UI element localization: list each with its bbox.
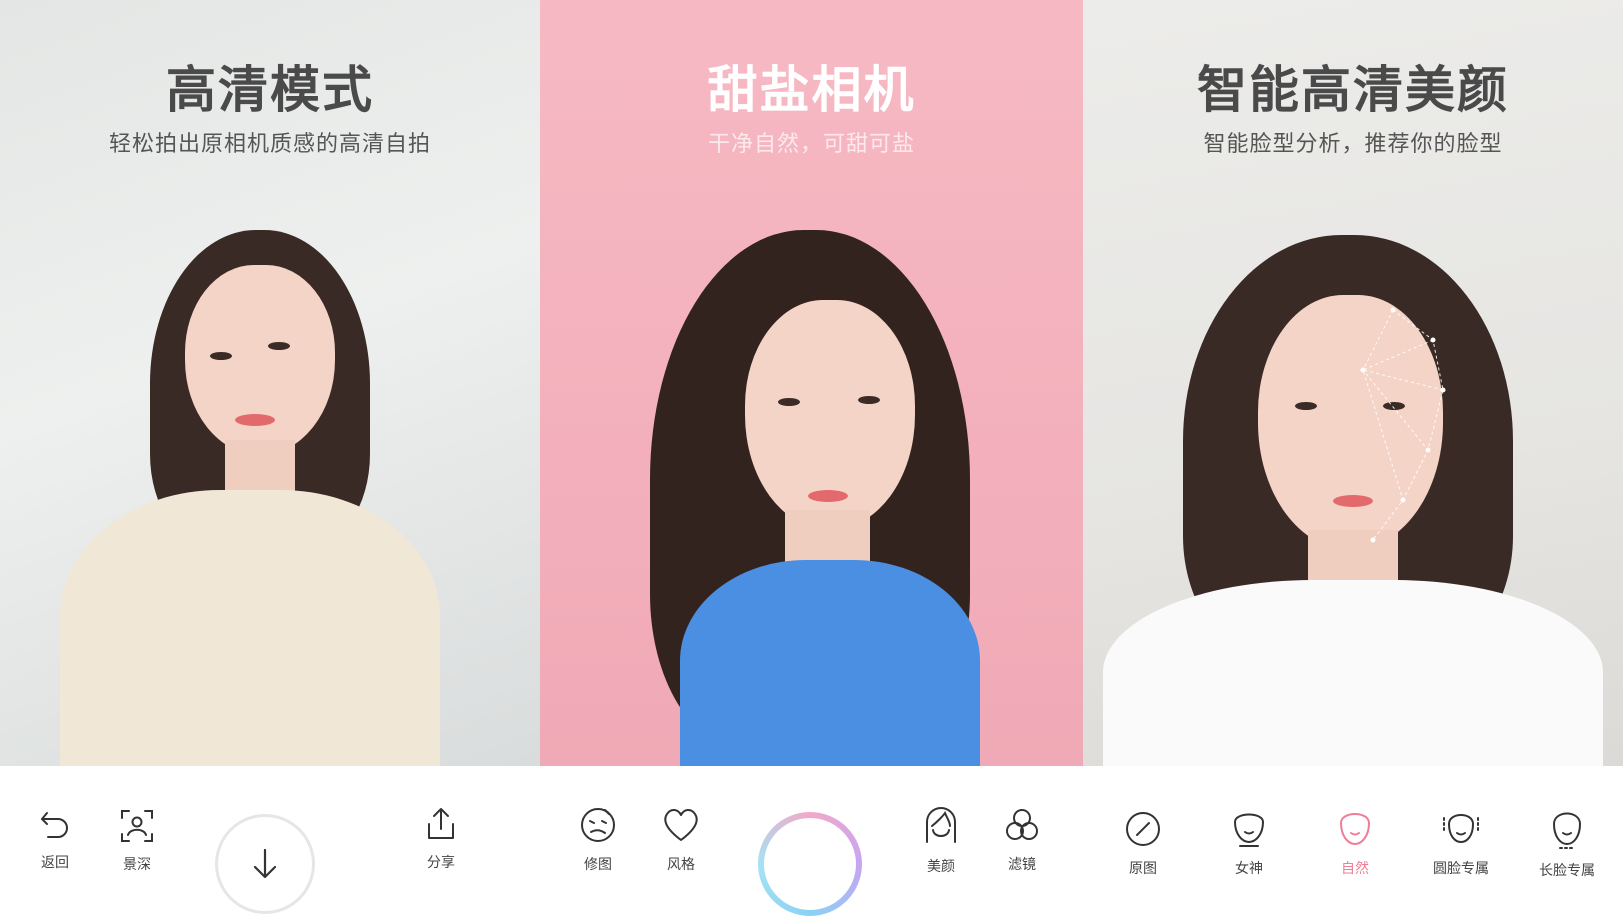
style-label: 风格	[667, 857, 695, 873]
feature-panel-hd-mode: 高清模式 轻松拍出原相机质感的高清自拍	[0, 0, 540, 766]
face-outline-icon	[1233, 813, 1265, 847]
round-face-button[interactable]: 圆脸专属	[1421, 806, 1501, 878]
original-button[interactable]: 原图	[1103, 810, 1183, 878]
back-label: 返回	[41, 855, 69, 871]
natural-label: 自然	[1341, 861, 1369, 877]
long-face-icon	[1552, 812, 1582, 849]
camera-toolbar: 返回 景深 分享 修图 风格 美颜 滤镜 原图 女神 自然 圆脸专属 长脸专属	[0, 766, 1623, 924]
slash-circle-icon	[1126, 812, 1160, 846]
undo-arrow-icon	[41, 812, 68, 838]
natural-button[interactable]: 自然	[1315, 806, 1395, 878]
goddess-label: 女神	[1235, 861, 1263, 877]
long-face-button[interactable]: 长脸专属	[1527, 806, 1607, 880]
beauty-button[interactable]: 美颜	[901, 806, 981, 876]
three-circles-icon	[1006, 809, 1038, 840]
heart-icon	[664, 809, 698, 841]
beauty-label: 美颜	[927, 859, 955, 875]
shutter-inner	[764, 818, 856, 910]
face-edit-icon	[581, 808, 615, 842]
model-photo	[0, 0, 540, 766]
depth-button[interactable]: 景深	[97, 808, 177, 874]
round-face-icon	[1443, 814, 1479, 844]
filter-label: 滤镜	[1008, 857, 1036, 873]
feature-panel-sweet-salty: 甜盐相机 干净自然，可甜可盐	[540, 0, 1083, 766]
model-photo	[1083, 0, 1623, 766]
portrait-focus-icon	[121, 810, 153, 842]
capture-shutter-button[interactable]	[758, 812, 862, 916]
model-photo	[540, 0, 1083, 766]
share-button[interactable]: 分享	[401, 806, 481, 872]
filter-button[interactable]: 滤镜	[982, 806, 1062, 874]
face-outline-icon	[1339, 813, 1371, 846]
retouch-button[interactable]: 修图	[558, 806, 638, 874]
back-button[interactable]: 返回	[15, 808, 95, 872]
retouch-label: 修图	[584, 857, 612, 873]
depth-label: 景深	[123, 857, 151, 873]
long-face-label: 长脸专属	[1539, 863, 1595, 879]
goddess-button[interactable]: 女神	[1209, 806, 1289, 878]
feature-panel-smart-beauty: 智能高清美颜 智能脸型分析，推荐你的脸型	[1083, 0, 1623, 766]
share-label: 分享	[427, 855, 455, 871]
original-label: 原图	[1129, 861, 1157, 877]
face-mesh-overlay	[1360, 307, 1446, 543]
round-face-label: 圆脸专属	[1433, 861, 1489, 877]
hair-face-icon	[926, 807, 956, 843]
share-upload-icon	[428, 808, 454, 839]
style-button[interactable]: 风格	[641, 806, 721, 874]
download-arrow-icon	[253, 848, 277, 879]
save-shutter-button[interactable]	[215, 814, 315, 914]
